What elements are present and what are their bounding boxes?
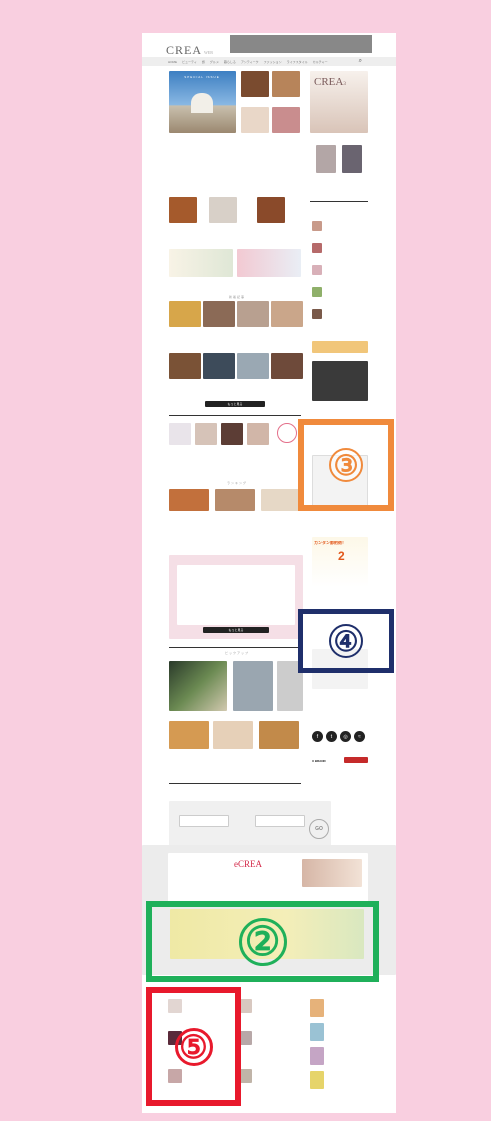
marker-5-label: ⑤ (174, 1027, 213, 1066)
campaign-banner-left[interactable] (169, 249, 233, 277)
side-list-3[interactable] (312, 265, 322, 275)
divider-3 (169, 783, 301, 784)
bottom-book-1[interactable] (310, 999, 324, 1017)
x-brand-banner[interactable] (344, 757, 368, 763)
bottom-book-2[interactable] (310, 1023, 324, 1041)
promo-button[interactable]: もっと見る (203, 627, 269, 633)
marker-2-box: ② (146, 901, 379, 982)
new-thumb-2[interactable] (203, 301, 235, 327)
hero-building (191, 93, 213, 113)
twitter-icon[interactable]: t (326, 731, 337, 742)
new-thumb-6[interactable] (203, 353, 235, 379)
marker-3-label: ③ (329, 448, 363, 482)
rss-icon[interactable]: ≈ (354, 731, 365, 742)
pick-thumb-2[interactable] (195, 423, 217, 445)
side-banner-2[interactable] (312, 361, 368, 401)
nav-item-8[interactable]: カルチャー (313, 60, 328, 64)
marker-3-box: ③ (298, 419, 394, 511)
thumb-1[interactable] (241, 71, 269, 97)
bottom-book-3[interactable] (310, 1047, 324, 1065)
magazine-title-text: CREA (314, 77, 344, 88)
mag-back-2[interactable] (342, 145, 362, 173)
side-list-2[interactable] (312, 243, 322, 253)
marker-2-text: ② (244, 919, 281, 964)
thumb-4[interactable] (272, 107, 300, 133)
new-thumb-5[interactable] (169, 353, 201, 379)
bottom-book-4[interactable] (310, 1071, 324, 1089)
new-thumb-4[interactable] (271, 301, 303, 327)
side-list-1[interactable] (312, 221, 322, 231)
facebook-icon[interactable]: f (312, 731, 323, 742)
nav-item-7[interactable]: ライフスタイル (287, 60, 308, 64)
pick-badge (277, 423, 297, 443)
side-promo-text: カンタン節約術！ (314, 541, 346, 545)
site-logo[interactable]: CREA WEB (166, 43, 213, 58)
side-list-4[interactable] (312, 287, 322, 297)
thumb-6[interactable] (209, 197, 237, 223)
divider-2 (169, 647, 301, 648)
x-brand-label[interactable]: X BRAND (312, 759, 342, 765)
nav-item-5[interactable]: アンティーク (241, 60, 259, 64)
global-nav: HOME ビューティ 旅 グルメ 暮らしる アンティーク ファッション ライフス… (142, 57, 396, 66)
thumb-7[interactable] (257, 197, 285, 223)
magazine-title: CREA3 (314, 77, 364, 89)
side-list-5[interactable] (312, 309, 322, 319)
nav-item-2[interactable]: 旅 (202, 60, 205, 64)
search-icon[interactable]: ⌕ (359, 58, 362, 65)
finder-step-1[interactable] (179, 815, 229, 827)
pickup-5[interactable] (213, 721, 253, 749)
section-pickup-title: ピックアップ (224, 651, 249, 655)
finder-step-2[interactable] (255, 815, 305, 827)
thumb-3[interactable] (241, 107, 269, 133)
marker-2-label: ② (238, 917, 287, 966)
mag-back-1[interactable] (316, 145, 336, 173)
divider-1 (169, 415, 301, 416)
side-promo-amount: 2 (338, 549, 345, 563)
logo-text: CREA (166, 43, 203, 57)
pickup-main[interactable] (169, 661, 227, 711)
section-ranking-title: ランキング (227, 481, 247, 485)
rank-thumb-1[interactable] (169, 489, 209, 511)
hero-caption: SPECIAL ISSUE (184, 75, 220, 79)
top-ad-banner[interactable] (230, 35, 372, 53)
rank-thumb-3[interactable] (261, 489, 301, 511)
new-thumb-1[interactable] (169, 301, 201, 327)
section-new-title: 新着記事 (228, 295, 245, 299)
thumb-2[interactable] (272, 71, 300, 97)
instagram-icon[interactable]: ◎ (340, 731, 351, 742)
marker-5-box: ⑤ (146, 987, 241, 1106)
nav-item-1[interactable]: ビューティ (182, 60, 197, 64)
marker-3-text: ③ (333, 449, 359, 481)
marker-4-label: ④ (329, 624, 363, 658)
ecrea-people (302, 859, 362, 887)
pickup-6[interactable] (259, 721, 299, 749)
rank-thumb-2[interactable] (215, 489, 255, 511)
pickup-2[interactable] (233, 661, 273, 711)
promo-inner (177, 565, 295, 625)
marker-4-text: ④ (333, 625, 359, 657)
new-thumb-8[interactable] (271, 353, 303, 379)
pickup-4[interactable] (169, 721, 209, 749)
marker-5-text: ⑤ (179, 1028, 208, 1065)
nav-item-3[interactable]: グルメ (210, 60, 219, 64)
new-thumb-7[interactable] (237, 353, 269, 379)
read-more-button[interactable]: もっと見る (205, 401, 265, 407)
side-banner-1[interactable] (312, 341, 368, 353)
go-label: GO (315, 826, 323, 832)
pick-thumb-3[interactable] (221, 423, 243, 445)
go-button[interactable]: GO (309, 819, 329, 839)
marker-4-box: ④ (298, 609, 394, 673)
ecrea-logo: eCREA (234, 859, 262, 869)
nav-item-4[interactable]: 暮らしる (224, 60, 236, 64)
pick-thumb-4[interactable] (247, 423, 269, 445)
side-divider-1 (310, 201, 368, 202)
thumb-5[interactable] (169, 197, 197, 223)
magazine-issue: 3 (343, 82, 346, 87)
pick-thumb-1[interactable] (169, 423, 191, 445)
new-thumb-3[interactable] (237, 301, 269, 327)
nav-item-0[interactable]: HOME (168, 60, 177, 64)
nav-item-6[interactable]: ファッション (264, 60, 282, 64)
logo-sub: WEB (204, 50, 213, 55)
campaign-banner-right[interactable] (237, 249, 301, 277)
